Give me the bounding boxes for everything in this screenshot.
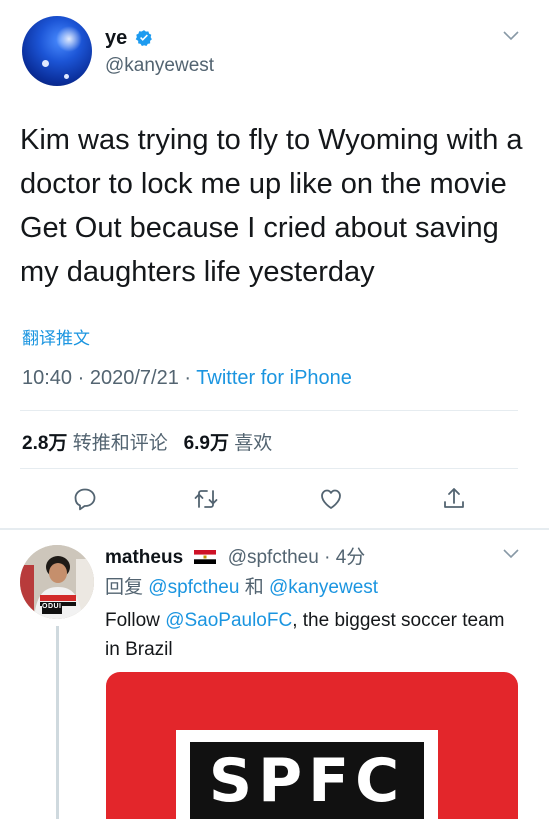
tweet-source-link[interactable]: Twitter for iPhone xyxy=(196,367,352,389)
share-icon[interactable] xyxy=(441,486,467,512)
chevron-down-icon[interactable] xyxy=(502,548,520,560)
reply-media-image[interactable]: SPFC xyxy=(106,672,518,819)
author-name[interactable]: ye xyxy=(105,27,127,50)
tweet-time[interactable]: 10:40 xyxy=(22,367,72,389)
mention-link[interactable]: @kanyewest xyxy=(269,577,378,598)
egypt-flag-icon xyxy=(194,550,217,564)
tweet-text: Kim was trying to fly to Wyoming with a … xyxy=(20,124,523,288)
likes-label: 喜欢 xyxy=(234,433,273,454)
replying-label: 回复 xyxy=(105,577,144,598)
author-handle[interactable]: @kanyewest xyxy=(105,55,214,77)
chevron-down-icon[interactable] xyxy=(502,30,520,42)
tweet-timestamp-row: 10:40 · 2020/7/21 · Twitter for iPhone xyxy=(22,367,352,390)
like-icon[interactable] xyxy=(318,486,344,512)
and-label: 和 xyxy=(244,577,264,598)
likes-count: 6.9万 xyxy=(183,433,229,454)
divider xyxy=(20,468,518,469)
section-divider xyxy=(0,528,549,530)
divider xyxy=(20,410,518,411)
thread-line xyxy=(56,626,59,819)
mention-link[interactable]: @SaoPauloFC xyxy=(165,610,292,631)
retweets-stat[interactable]: 2.8万 转推和评论 xyxy=(22,433,168,454)
reply-time[interactable]: 4分 xyxy=(336,547,366,568)
meta-separator: · xyxy=(77,367,85,389)
avatar-dot xyxy=(64,74,69,79)
mention-link[interactable]: @spfctheu xyxy=(148,577,239,598)
tweet-stats: 2.8万 转推和评论 6.9万 喜欢 xyxy=(22,428,272,455)
avatar-spfctheu[interactable]: ODUI xyxy=(20,545,94,619)
reply-author-name[interactable]: matheus xyxy=(105,547,183,568)
likes-stat[interactable]: 6.9万 喜欢 xyxy=(184,433,273,454)
retweets-count: 2.8万 xyxy=(22,433,68,454)
avatar-kanyewest[interactable] xyxy=(22,16,92,86)
reply-text: Follow @SaoPauloFC, the biggest soccer t… xyxy=(105,606,520,664)
reply-icon[interactable] xyxy=(72,486,98,512)
tweet-date[interactable]: 2020/7/21 xyxy=(90,367,179,389)
avatar-jersey-text: ODUI xyxy=(42,603,62,610)
reply-text-start: Follow xyxy=(105,610,166,631)
retweets-label: 转推和评论 xyxy=(72,433,168,454)
replying-to: 回复 @spfctheu 和 @kanyewest xyxy=(105,572,378,599)
meta-separator: · xyxy=(324,547,331,568)
reply-header: matheus @spfctheu · 4分 xyxy=(105,542,365,569)
reply-author-handle[interactable]: @spfctheu xyxy=(228,547,319,568)
verified-badge-icon xyxy=(135,30,152,47)
meta-separator: · xyxy=(184,367,192,389)
retweet-icon[interactable] xyxy=(193,486,219,512)
avatar-highlight xyxy=(56,26,82,52)
translate-tweet-link[interactable]: 翻译推文 xyxy=(22,324,90,349)
avatar-dot xyxy=(42,60,49,67)
spfc-logo-text: SPFC xyxy=(208,746,406,816)
